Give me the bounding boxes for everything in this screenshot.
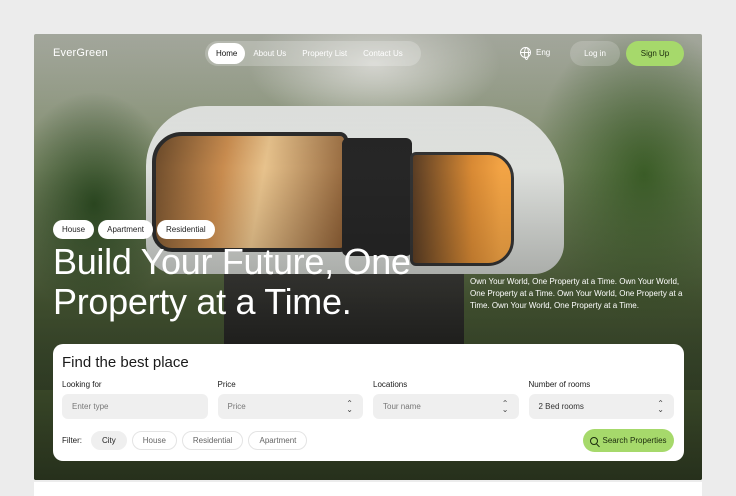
nav-home[interactable]: Home [208,43,246,64]
field-label: Price [217,380,236,389]
next-section [34,482,702,496]
filter-house[interactable]: House [131,431,177,450]
looking-for-input[interactable]: Enter type [62,394,208,419]
nav-property-list[interactable]: Property List [294,43,355,64]
search-title: Find the best place [62,354,189,371]
locations-field: Locations Tour name ⌃ ⌄ [373,380,519,419]
locations-select[interactable]: Tour name ⌃ ⌄ [373,394,519,419]
field-label: Looking for [62,380,102,389]
tag-house[interactable]: House [53,220,95,239]
filter-apartment[interactable]: Apartment [248,431,308,450]
signup-button[interactable]: Sign Up [626,41,684,66]
nav-contact[interactable]: Contact Us [355,43,411,64]
field-label: Number of rooms [528,380,591,389]
chevron-up-down-icon: ⌃ ⌄ [346,398,353,414]
hero-subtext: Own Your World, One Property at a Time. … [470,277,683,310]
search-fields: Looking for Enter type Price Price ⌃ ⌄ Lo… [62,380,674,419]
field-label: Locations [373,380,408,389]
filter-city[interactable]: City [91,431,127,450]
locations-value: Tour name [383,402,421,411]
search-button-label: Search Properties [602,436,667,445]
tag-apartment[interactable]: Apartment [98,220,154,239]
chevron-up-down-icon: ⌃ ⌄ [657,398,664,414]
price-field: Price Price ⌃ ⌄ [217,380,363,419]
filter-row: Filter: City House Residential Apartment… [62,429,674,452]
rooms-select[interactable]: 2 Bed rooms ⌃ ⌄ [528,394,674,419]
looking-for-placeholder: Enter type [72,402,109,411]
search-properties-button[interactable]: Search Properties [583,429,674,452]
filter-residential[interactable]: Residential [181,431,244,450]
search-card: Find the best place Looking for Enter ty… [53,344,684,461]
brand-logo[interactable]: EverGreen [53,47,108,59]
price-select[interactable]: Price ⌃ ⌄ [217,394,363,419]
nav-about[interactable]: About Us [245,43,294,64]
price-value: Price [227,402,246,411]
chevron-up-down-icon: ⌃ ⌄ [501,398,509,414]
language-label: Eng [536,48,551,57]
login-button[interactable]: Log in [570,41,620,66]
search-icon [590,436,599,445]
rooms-field: Number of rooms 2 Bed rooms ⌃ ⌄ [528,380,674,419]
tag-residential[interactable]: Residential [157,220,215,239]
globe-icon [520,47,531,60]
hero-headline: Build Your Future, One Property at a Tim… [53,241,411,322]
property-tags: House Apartment Residential [53,220,215,239]
main-nav: Home About Us Property List Contact Us [205,41,421,66]
filter-label: Filter: [62,436,82,445]
rooms-value: 2 Bed rooms [538,402,584,411]
looking-for-field: Looking for Enter type [62,380,208,419]
language-switcher[interactable]: Eng [520,47,551,60]
hero-section: EverGreen Home About Us Property List Co… [34,34,702,480]
